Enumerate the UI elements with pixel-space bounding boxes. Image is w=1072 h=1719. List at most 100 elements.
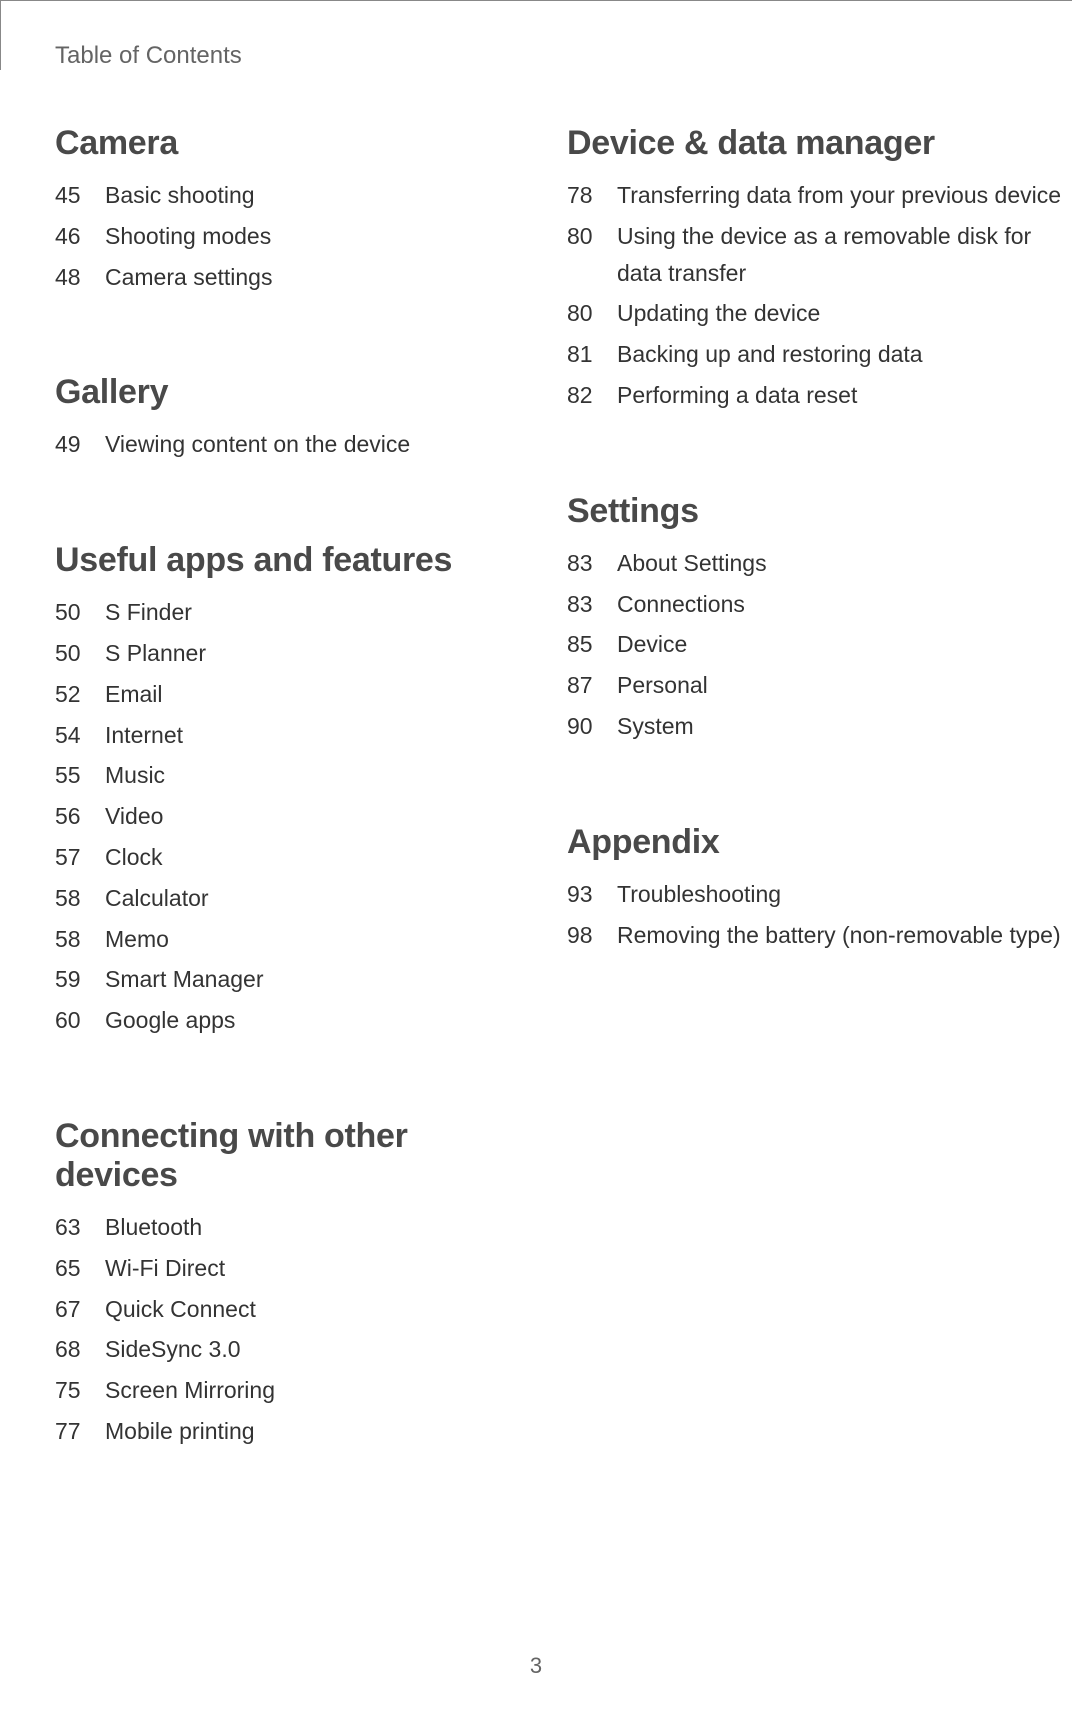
toc-page-number: 68 (55, 1331, 105, 1368)
toc-entry[interactable]: 57Clock (55, 839, 525, 876)
toc-page-number: 55 (55, 757, 105, 794)
toc-entry-title: Calculator (105, 880, 525, 917)
toc-entry-title: Wi-Fi Direct (105, 1250, 525, 1287)
toc-page-number: 77 (55, 1413, 105, 1450)
toc-page-number: 85 (567, 626, 617, 663)
toc-entry-title: SideSync 3.0 (105, 1331, 525, 1368)
toc-entry[interactable]: 46Shooting modes (55, 218, 525, 255)
section-title[interactable]: Gallery (55, 373, 525, 412)
toc-entry-title: Personal (617, 667, 1072, 704)
toc-section: Connecting with other devices 63Bluetooth… (55, 1117, 525, 1450)
toc-entry[interactable]: 45Basic shooting (55, 177, 525, 214)
toc-page-number: 78 (567, 177, 617, 214)
toc-entry[interactable]: 81Backing up and restoring data (567, 336, 1072, 373)
toc-page-number: 81 (567, 336, 617, 373)
toc-entry-title: Connections (617, 586, 1072, 623)
toc-entry-title: Bluetooth (105, 1209, 525, 1246)
toc-entry[interactable]: 60Google apps (55, 1002, 525, 1039)
toc-entry-title: Removing the battery (non-removable type… (617, 917, 1072, 954)
page-border-top (0, 0, 1072, 1)
toc-entry[interactable]: 78Transferring data from your previous d… (567, 177, 1072, 214)
toc-entry-title: Clock (105, 839, 525, 876)
toc-entry[interactable]: 58Memo (55, 921, 525, 958)
toc-entry[interactable]: 87Personal (567, 667, 1072, 704)
toc-entry[interactable]: 56Video (55, 798, 525, 835)
toc-entry[interactable]: 98Removing the battery (non-removable ty… (567, 917, 1072, 954)
toc-page-number: 59 (55, 961, 105, 998)
toc-entry-title: Google apps (105, 1002, 525, 1039)
toc-entry[interactable]: 85Device (567, 626, 1072, 663)
toc-entry-title: Updating the device (617, 295, 1072, 332)
toc-entry[interactable]: 48Camera settings (55, 259, 525, 296)
toc-entry[interactable]: 54Internet (55, 717, 525, 754)
left-column: Camera 45Basic shooting 46Shooting modes 48… (55, 124, 525, 1528)
toc-entry[interactable]: 67Quick Connect (55, 1291, 525, 1328)
toc-entry[interactable]: 49Viewing content on the device (55, 426, 525, 463)
toc-entry[interactable]: 82Performing a data reset (567, 377, 1072, 414)
toc-section: Settings83About Settings83Connections85D… (567, 492, 1072, 745)
toc-entry[interactable]: 63Bluetooth (55, 1209, 525, 1246)
toc-entry-title: Memo (105, 921, 525, 958)
toc-page-number: 50 (55, 635, 105, 672)
toc-entry-title: S Planner (105, 635, 525, 672)
toc-entry-title: System (617, 708, 1072, 745)
toc-section: Gallery 49Viewing content on the device (55, 373, 525, 463)
toc-page-number: 87 (567, 667, 617, 704)
toc-page-number: 58 (55, 880, 105, 917)
toc-entry[interactable]: 52Email (55, 676, 525, 713)
page-border-left (0, 0, 1, 70)
toc-page-number: 80 (567, 295, 617, 332)
section-title[interactable]: Settings (567, 492, 1072, 531)
toc-entry[interactable]: 80Updating the device (567, 295, 1072, 332)
toc-entry[interactable]: 83Connections (567, 586, 1072, 623)
section-title[interactable]: Camera (55, 124, 525, 163)
toc-page-number: 67 (55, 1291, 105, 1328)
toc-entry[interactable]: 65Wi-Fi Direct (55, 1250, 525, 1287)
toc-entry-title: Music (105, 757, 525, 794)
toc-page-number: 45 (55, 177, 105, 214)
toc-page-number: 57 (55, 839, 105, 876)
right-column: Device & data manager 78Transferring data… (555, 124, 1072, 1528)
toc-entry[interactable]: 50S Planner (55, 635, 525, 672)
toc-entry-title: Device (617, 626, 1072, 663)
page-number: 3 (0, 1653, 1072, 1679)
toc-entry-title: Performing a data reset (617, 377, 1072, 414)
section-title[interactable]: Connecting with other devices (55, 1117, 525, 1195)
section-title[interactable]: Device & data manager (567, 124, 1072, 163)
toc-entry[interactable]: 50S Finder (55, 594, 525, 631)
toc-entry[interactable]: 77Mobile printing (55, 1413, 525, 1450)
toc-page-number: 58 (55, 921, 105, 958)
toc-entry-title: Internet (105, 717, 525, 754)
toc-entry[interactable]: 90System (567, 708, 1072, 745)
page-header: Table of Contents (0, 0, 1072, 70)
toc-section: Camera 45Basic shooting 46Shooting modes 48… (55, 124, 525, 295)
toc-page-number: 46 (55, 218, 105, 255)
toc-entry-title: Video (105, 798, 525, 835)
section-title[interactable]: Useful apps and features (55, 541, 525, 580)
toc-entry[interactable]: 75Screen Mirroring (55, 1372, 525, 1409)
toc-entry[interactable]: 80Using the device as a removable disk f… (567, 218, 1072, 292)
toc-entry[interactable]: 55Music (55, 757, 525, 794)
toc-entry[interactable]: 83About Settings (567, 545, 1072, 582)
toc-entry[interactable]: 58Calculator (55, 880, 525, 917)
toc-entry-title: Smart Manager (105, 961, 525, 998)
toc-entry[interactable]: 68SideSync 3.0 (55, 1331, 525, 1368)
toc-entry-title: Screen Mirroring (105, 1372, 525, 1409)
section-title[interactable]: Appendix (567, 823, 1072, 862)
toc-page-number: 49 (55, 426, 105, 463)
toc-page-number: 56 (55, 798, 105, 835)
toc-page-number: 80 (567, 218, 617, 255)
toc-section: Device & data manager 78Transferring data… (567, 124, 1072, 414)
toc-page-number: 52 (55, 676, 105, 713)
toc-entry-title: Mobile printing (105, 1413, 525, 1450)
toc-page-number: 83 (567, 545, 617, 582)
toc-entry-title: Camera settings (105, 259, 525, 296)
toc-entry[interactable]: 59Smart Manager (55, 961, 525, 998)
toc-entry-title: Backing up and restoring data (617, 336, 1072, 373)
toc-page-number: 98 (567, 917, 617, 954)
toc-section: Appendix 93Troubleshooting 98Removing the … (567, 823, 1072, 954)
toc-section: Useful apps and features 50S Finder 50S Pl… (55, 541, 525, 1039)
toc-page-number: 75 (55, 1372, 105, 1409)
toc-page-number: 90 (567, 708, 617, 745)
toc-entry[interactable]: 93Troubleshooting (567, 876, 1072, 913)
